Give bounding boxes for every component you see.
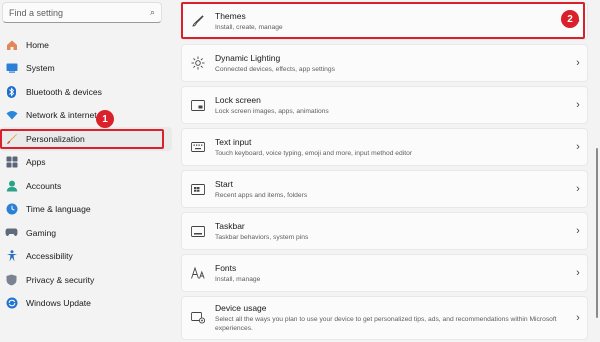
shield-icon [5,273,18,286]
sidebar-item-system[interactable]: System [0,57,172,81]
chevron-right-icon: › [576,312,580,324]
sidebar-item-gaming[interactable]: Gaming [0,221,172,245]
fonts-card[interactable]: Fonts Install, manage › [181,254,588,292]
text-input-card[interactable]: Text input Touch keyboard, voice typing,… [181,128,588,166]
home-icon [5,38,18,51]
card-subtitle: Touch keyboard, voice typing, emoji and … [215,149,413,157]
card-subtitle: Select all the ways you plan to use your… [215,316,557,332]
sidebar-item-home[interactable]: Home [0,33,172,57]
chevron-right-icon: › [576,267,580,279]
card-title: Lock screen [215,94,261,105]
device-usage-card[interactable]: Device usage Select all the ways you pla… [181,296,588,340]
accounts-icon [5,179,18,192]
sidebar-item-label: Windows Update [26,298,91,309]
card-subtitle: Install, create, manage [215,23,283,31]
apps-icon [5,156,18,169]
sidebar-item-apps[interactable]: Apps [0,151,172,175]
step-2-badge: 2 [561,10,579,28]
sidebar-item-label: Network & internet [26,110,97,121]
search-box[interactable]: ⌕ [2,2,162,23]
card-title: Text input [215,136,252,147]
sidebar-item-label: Accounts [26,180,62,191]
keyboard-icon [190,142,206,152]
card-subtitle: Taskbar behaviors, system pins [215,233,309,241]
brush-icon [5,132,18,145]
sidebar-item-personalization[interactable]: Personalization [0,127,172,151]
accessibility-icon [5,250,18,263]
update-icon [5,297,18,310]
card-title: Fonts [215,262,237,273]
chevron-right-icon: › [576,99,580,111]
card-subtitle: Connected devices, effects, app settings [215,65,335,73]
chevron-right-icon: › [576,141,580,153]
sidebar-item-accessibility[interactable]: Accessibility [0,245,172,269]
sidebar-item-label: Personalization [26,133,85,144]
card-title: Taskbar [215,220,245,231]
dynamic-lighting-card[interactable]: Dynamic Lighting Connected devices, effe… [181,44,588,82]
sidebar-item-label: Time & language [26,204,91,215]
card-title: Device usage [215,303,267,313]
lock-screen-icon [190,99,206,111]
card-subtitle: Install, manage [215,275,261,283]
search-input[interactable] [9,7,150,18]
sidebar-item-label: System [26,63,55,74]
sidebar-item-label: Home [26,39,49,50]
taskbar-icon [190,225,206,237]
taskbar-card[interactable]: Taskbar Taskbar behaviors, system pins › [181,212,588,250]
sidebar: ⌕ Home System Bluetooth & devices Networ… [0,0,172,342]
card-title: Start [215,178,233,189]
sidebar-nav: Home System Bluetooth & devices Network … [0,33,172,315]
sidebar-item-label: Apps [26,157,46,168]
themes-card[interactable]: Themes Install, create, manage › [181,2,588,40]
card-subtitle: Recent apps and items, folders [215,191,308,199]
system-icon [5,62,18,75]
brush-icon [190,15,206,27]
fonts-icon [190,267,206,279]
clock-icon [5,203,18,216]
card-title: Themes [215,10,246,21]
sidebar-item-windows-update[interactable]: Windows Update [0,292,172,316]
chevron-right-icon: › [576,57,580,69]
start-icon [190,183,206,195]
lighting-icon [190,56,206,70]
lock-screen-card[interactable]: Lock screen Lock screen images, apps, an… [181,86,588,124]
sidebar-item-label: Privacy & security [26,274,95,285]
bluetooth-icon [5,85,18,98]
start-card[interactable]: Start Recent apps and items, folders › [181,170,588,208]
gaming-icon [5,226,18,239]
search-icon[interactable]: ⌕ [150,7,155,18]
sidebar-item-label: Accessibility [26,251,73,262]
card-subtitle: Lock screen images, apps, animations [215,107,329,115]
step-1-badge: 1 [96,110,114,128]
sidebar-item-bluetooth[interactable]: Bluetooth & devices [0,80,172,104]
sidebar-item-label: Gaming [26,227,57,238]
card-title: Dynamic Lighting [215,52,281,63]
sidebar-item-privacy-security[interactable]: Privacy & security [0,268,172,292]
chevron-right-icon: › [576,225,580,237]
network-icon [5,109,18,122]
device-usage-icon [190,312,206,324]
scrollbar[interactable] [596,148,598,318]
sidebar-item-label: Bluetooth & devices [26,86,102,97]
sidebar-item-accounts[interactable]: Accounts [0,174,172,198]
sidebar-item-network[interactable]: Network & internet [0,104,172,128]
chevron-right-icon: › [576,183,580,195]
sidebar-item-time-language[interactable]: Time & language [0,198,172,222]
